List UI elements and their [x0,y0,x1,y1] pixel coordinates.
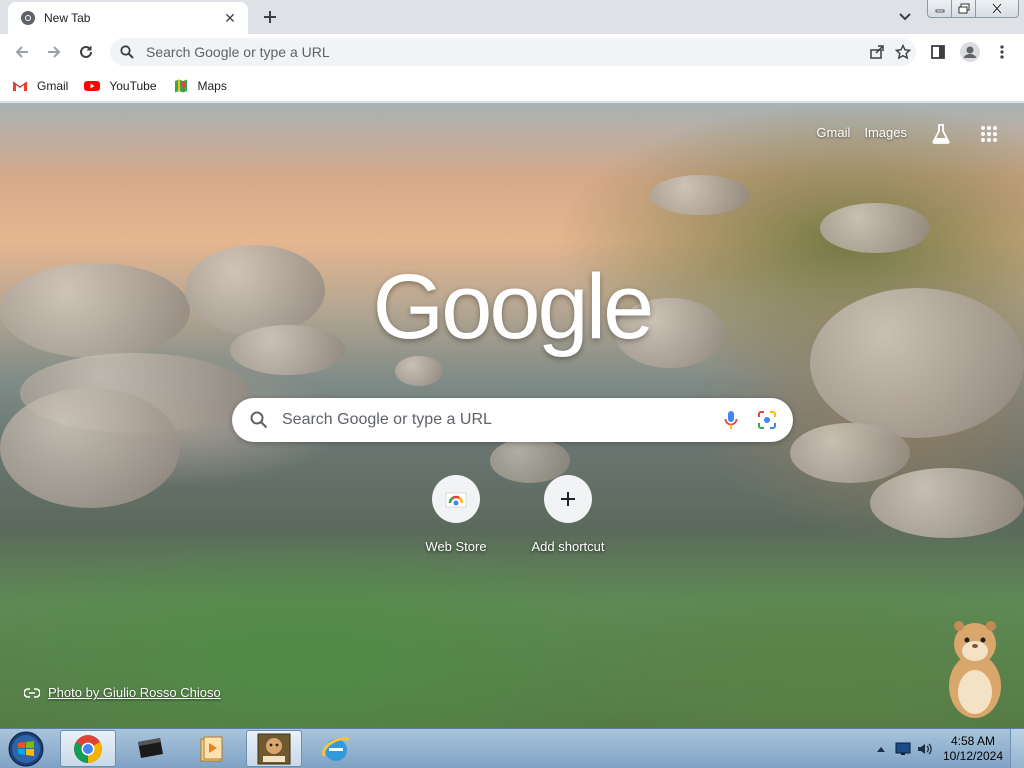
bookmark-label: Gmail [37,78,69,93]
search-icon [120,45,134,59]
taskbar-media-player[interactable] [184,730,240,767]
system-tray: 4:58 AM 10/12/2024 [870,729,1024,768]
new-tab-page: Gmail Images Google Search Google or typ… [0,103,1024,728]
shortcut-add[interactable]: Add shortcut [512,475,624,554]
shortcut-web-store[interactable]: Web Store [400,475,512,554]
show-hidden-icons-icon[interactable] [870,738,892,760]
ntp-search-box[interactable]: Search Google or type a URL [232,398,793,442]
terminal-icon [138,737,163,758]
profile-button[interactable] [958,40,982,64]
bookmark-label: YouTube [109,78,157,93]
plus-icon [544,475,592,523]
search-icon [250,411,268,429]
chevron-down-icon [899,13,911,21]
close-window-button[interactable] [976,0,1018,17]
shortcut-label: Add shortcut [531,539,605,554]
media-player-icon [200,736,223,761]
game-box-icon [257,733,291,764]
voice-search-microphone-icon[interactable] [719,408,743,432]
bookmark-gmail[interactable]: Gmail [12,79,68,93]
windows-start-orb-icon [8,731,44,767]
new-tab-button[interactable] [258,5,282,29]
system-clock[interactable]: 4:58 AM 10/12/2024 [936,734,1010,764]
clock-date: 10/12/2024 [942,749,1004,763]
plus-icon [264,11,276,23]
chrome-favicon-icon [20,10,36,26]
kebab-menu-icon [1000,45,1004,59]
arrow-left-icon [15,46,28,58]
clock-time: 4:58 AM [950,734,996,748]
ntp-header-links: Gmail Images [816,125,907,140]
google-logo: Google [372,256,655,358]
bookmark-youtube[interactable]: YouTube [84,78,157,93]
browser-toolbar: Search Google or type a URL [0,34,1024,70]
youtube-icon [84,79,102,93]
link-icon [24,687,40,698]
side-panel-icon [931,45,945,59]
photo-credit-link[interactable]: Photo by Giulio Rosso Chioso [48,685,221,700]
gmail-link[interactable]: Gmail [816,125,850,140]
restore-button[interactable] [952,0,976,17]
maps-icon [173,79,191,93]
volume-icon[interactable] [914,738,936,760]
tab-new-tab[interactable]: New Tab ✕ [8,2,248,34]
menu-button[interactable] [990,40,1014,64]
forward-button[interactable] [42,40,66,64]
omnibox[interactable]: Search Google or type a URL [110,38,916,66]
start-button[interactable] [6,731,46,767]
images-link[interactable]: Images [864,125,907,140]
tab-close-icon[interactable]: ✕ [222,10,238,26]
labs-flask-icon[interactable] [930,123,952,145]
window-controls [927,0,1019,18]
profile-avatar-icon [960,42,980,62]
show-desktop-button[interactable] [1010,729,1024,768]
back-button[interactable] [10,40,34,64]
tab-strip: New Tab ✕ [0,0,1024,34]
arrow-right-icon [48,46,61,58]
omnibox-placeholder: Search Google or type a URL [146,44,330,60]
reload-button[interactable] [74,40,98,64]
minimize-button[interactable] [928,0,952,17]
google-lens-camera-icon[interactable] [755,408,779,432]
taskbar-chrome[interactable] [60,730,116,767]
bookmark-maps[interactable]: Maps [173,79,227,93]
search-placeholder: Search Google or type a URL [282,411,492,428]
windows-taskbar: 4:58 AM 10/12/2024 [0,728,1024,768]
reload-icon [80,45,92,58]
share-icon[interactable] [864,40,890,64]
hamster-mascot-image [944,618,1006,720]
internet-explorer-icon [322,736,350,761]
network-monitor-icon[interactable] [892,738,914,760]
gmail-icon [12,79,30,93]
bookmark-label: Maps [197,78,227,93]
tab-title: New Tab [44,11,91,25]
bookmark-star-icon[interactable] [890,40,916,64]
google-apps-icon[interactable] [978,123,1000,145]
taskbar-terminal[interactable] [122,730,178,767]
side-panel-button[interactable] [926,40,950,64]
photo-credit[interactable]: Photo by Giulio Rosso Chioso [24,685,221,700]
taskbar-game-box[interactable] [246,730,302,767]
web-store-icon [432,475,480,523]
bookmarks-bar: Gmail YouTube Maps [0,70,1024,102]
chrome-icon [74,734,102,763]
taskbar-internet-explorer[interactable] [308,730,364,767]
shortcut-label: Web Store [425,539,487,554]
tab-search-button[interactable] [894,6,916,28]
